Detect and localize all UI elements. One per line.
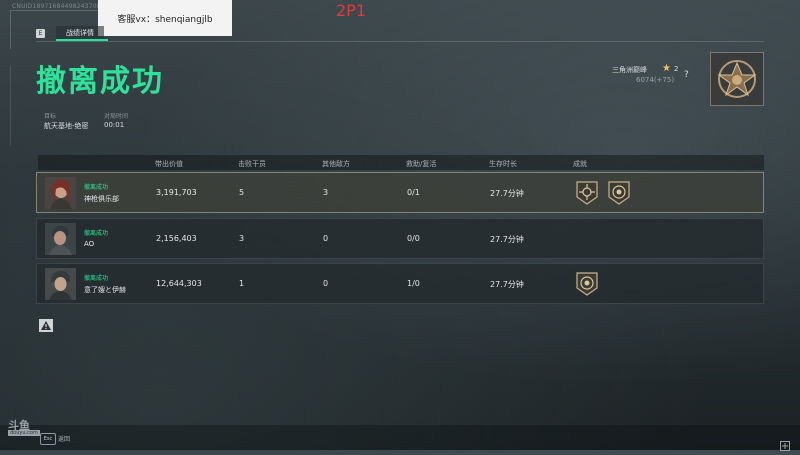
stream-watermark: 2P1 [336, 1, 367, 20]
player-avatar [45, 268, 76, 300]
cell-rescue: 0/0 [407, 234, 420, 243]
table-row[interactable]: 撤离成功 神枪俱乐部 3,191,703 5 3 0/1 27.7分钟 [36, 172, 764, 213]
rank-stars-count: 2 [674, 65, 679, 73]
col-header-rescue: 救助/复活 [406, 160, 437, 168]
cell-kills: 3 [239, 234, 245, 243]
target-label: 目标 [44, 113, 57, 120]
col-header-other-enemies: 其他敌方 [322, 160, 350, 168]
row-status: 撤离成功 [84, 275, 109, 282]
back-label[interactable]: 返回 [58, 434, 70, 443]
rank-score: 6074(+75) [636, 76, 675, 84]
table-row[interactable]: 撤离成功 AO 2,156,403 3 0 0/0 27.7分钟 [36, 218, 764, 259]
col-header-achievements: 成就 [573, 160, 587, 168]
douyu-logo-sub: douyu.com [8, 430, 40, 436]
page-title: 撤离成功 [36, 64, 164, 99]
target-value: 航天基地-绝密 [44, 122, 89, 130]
hud-frame-line [10, 66, 11, 146]
player-avatar [45, 177, 76, 209]
help-icon[interactable]: ? [684, 70, 689, 80]
player-avatar [45, 223, 76, 255]
esc-key-button[interactable]: Esc [40, 433, 56, 445]
row-status: 撤离成功 [84, 230, 109, 237]
star-icon: ★ [662, 63, 671, 74]
row-status: 撤离成功 [84, 184, 109, 191]
table-header [38, 155, 764, 170]
col-header-survival-time: 生存时长 [489, 160, 517, 168]
rank-badge-icon [710, 52, 764, 106]
cell-value: 3,191,703 [156, 188, 197, 197]
warning-triangle-icon[interactable] [39, 317, 53, 332]
achievement-medal-icon[interactable] [607, 180, 631, 206]
user-id-text: CNUID18971684498243708T [12, 3, 105, 10]
cell-rescue: 1/0 [407, 279, 420, 288]
table-row[interactable]: 撤离成功 意了嫂と伊赫 12,644,303 1 0 1/0 27.7分钟 [36, 263, 764, 304]
col-header-kills: 击败干员 [238, 160, 266, 168]
achievement-medal-icon[interactable] [575, 180, 599, 206]
cell-survival-time: 27.7分钟 [490, 235, 524, 244]
contact-overlay: 客服vx：shenqiangjlb [98, 0, 232, 36]
match-time-label: 对局时间 [104, 113, 129, 120]
cell-rescue: 0/1 [407, 188, 420, 197]
cell-other-enemies: 0 [323, 279, 329, 288]
cell-other-enemies: 0 [323, 234, 329, 243]
cell-value: 12,644,303 [156, 279, 202, 288]
cell-value: 2,156,403 [156, 234, 197, 243]
tab-match-details[interactable]: 战绩详情 [56, 26, 104, 39]
cell-survival-time: 27.7分钟 [490, 280, 524, 289]
back-key-hint[interactable]: E [36, 29, 45, 38]
settings-corner-icon[interactable] [780, 436, 790, 451]
cell-kills: 1 [239, 279, 245, 288]
achievement-medal-icon[interactable] [575, 271, 599, 297]
cell-kills: 5 [239, 188, 245, 197]
rank-name: 三角洲巅峰 [612, 66, 647, 74]
player-name: 意了嫂と伊赫 [84, 286, 126, 294]
match-time-value: 00:01 [104, 121, 125, 129]
cell-other-enemies: 3 [323, 188, 329, 197]
player-name: 神枪俱乐部 [84, 195, 119, 203]
col-header-value: 带出价值 [155, 160, 183, 168]
footer-bar [0, 425, 800, 450]
header-divider [36, 41, 764, 42]
player-name: AO [84, 240, 95, 248]
cell-survival-time: 27.7分钟 [490, 189, 524, 198]
